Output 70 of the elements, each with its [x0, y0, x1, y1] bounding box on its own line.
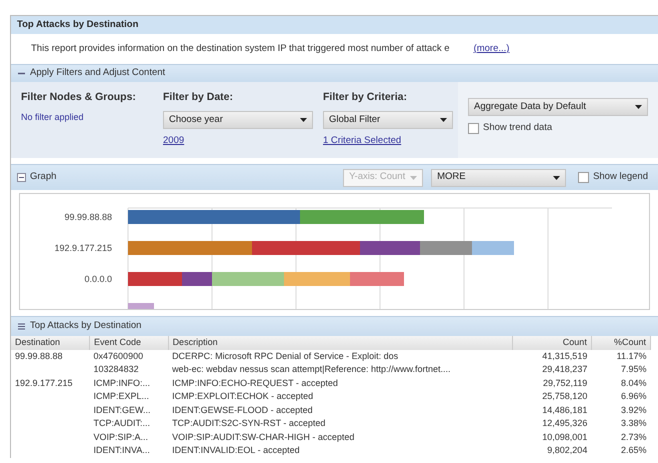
table-cell-text: IDENT:INVALID:EOL - accepted: [171, 444, 301, 457]
section-title: Top Attacks by Destination: [30, 319, 142, 334]
checkbox[interactable]: [578, 172, 590, 183]
dropdown[interactable]: Global Filter: [323, 110, 453, 129]
table-cell-text: 29,752,119: [542, 376, 588, 390]
caret-icon: [635, 105, 642, 109]
table-cell-text: TCP:AUDIT:...: [92, 417, 152, 430]
checkbox-label: Show trend data: [483, 121, 552, 135]
table-cell-text: IDENT:GEWSE-FLOOD - accepted: [171, 404, 314, 417]
axis-label: 0.0.0.0: [84, 273, 112, 286]
table-cell-text: 10,098,001: [541, 430, 588, 444]
table-cell-text: 3.38%: [620, 417, 648, 430]
filter-value[interactable]: No filter applied: [21, 110, 143, 124]
table-cell-text: 14,486,181: [541, 404, 588, 416]
table-cell-text: 12,495,326: [541, 417, 588, 430]
table-cell: DCERPC: Microsoft RPC Denial of Service - Exploit: dos: [168, 350, 513, 363]
collapse-icon[interactable]: [17, 173, 26, 182]
column-header: %Count: [591, 336, 650, 350]
table-cell-text: 2.73%: [620, 430, 648, 444]
caret-icon: [553, 176, 560, 180]
table-cell: 0x47600900: [90, 350, 168, 363]
checkbox-label: Show legend: [593, 170, 648, 184]
description-text: This report provides information on the destination system IP that triggered most number of attack e: [31, 42, 450, 56]
axis-label: 192.9.177.215: [54, 242, 112, 255]
table-cell-text: 3.92%: [620, 404, 648, 416]
caret-icon: [410, 176, 418, 180]
caret-icon: [440, 118, 447, 122]
filter-label: Filter by Criteria:: [323, 90, 408, 105]
column-header: Description: [168, 336, 513, 350]
panel-title: Top Attacks by Destination: [17, 18, 138, 32]
table-cell: 41,315,519: [512, 350, 592, 363]
column-header: Count: [512, 336, 592, 350]
table-cell-text: 6.96%: [620, 390, 648, 403]
section-title: Apply Filters and Adjust Content: [30, 66, 166, 80]
filter-link[interactable]: 2009: [163, 134, 303, 148]
table-cell-text: TCP:AUDIT:S2C-SYN-RST - accepted: [171, 417, 326, 430]
filter-link[interactable]: 1 Criteria Selected: [323, 134, 448, 148]
table-cell-text: 103284832: [92, 363, 140, 376]
table-cell: 99.99.88.88: [11, 350, 90, 363]
column-header: Event Code: [90, 336, 168, 350]
dropdown[interactable]: Aggregate Data by Default: [468, 98, 648, 116]
filter-label: Filter by Date:: [163, 90, 234, 105]
filter-label: Filter Nodes & Groups:: [21, 90, 137, 105]
table-cell-text: ICMP:INFO:...: [92, 376, 152, 390]
table-cell-text: ICMP:EXPLOIT:ECHOK - accepted: [171, 390, 314, 403]
table-cell-text: VOIP:SIP:A...: [92, 430, 150, 444]
table-cell-text: 9,802,204: [546, 444, 588, 457]
dropdown[interactable]: MORE: [431, 168, 566, 186]
table-cell-text: 7.95%: [620, 363, 648, 376]
table-cell-text: 29,418,237: [541, 363, 588, 376]
table-cell-text: 8.04%: [620, 376, 648, 390]
column-header: Destination: [11, 336, 90, 350]
table-cell-text: 2.65%: [620, 444, 648, 457]
more-link[interactable]: (more...): [474, 42, 510, 56]
table-cell: 11.17%: [591, 350, 650, 363]
menu-icon[interactable]: [17, 322, 26, 331]
table-cell-text: 192.9.177.215: [14, 376, 74, 390]
dropdown[interactable]: Choose year: [163, 110, 313, 129]
table-cell-text: IDENT:GEW...: [92, 404, 152, 416]
checkbox[interactable]: [468, 122, 479, 134]
axis-label: 99.99.88.88: [64, 211, 112, 224]
table-cell-text: ICMP:EXPL...: [92, 390, 150, 403]
caret-icon: [300, 118, 307, 122]
stacked-bar: [128, 303, 154, 309]
table-cell-text: 25,758,120: [541, 390, 588, 403]
table-cell-text: ICMP:INFO:ECHO-REQUEST - accepted: [171, 376, 339, 390]
table-cell-text: IDENT:INVA...: [92, 444, 151, 457]
section-title: Graph: [30, 170, 56, 184]
table-cell-text: VOIP:SIP:AUDIT:SW-CHAR-HIGH - accepted: [171, 430, 356, 444]
table-cell-text: web-ec: webdav nessus scan attempt|Reference: http://www.fortnet....: [171, 363, 452, 376]
